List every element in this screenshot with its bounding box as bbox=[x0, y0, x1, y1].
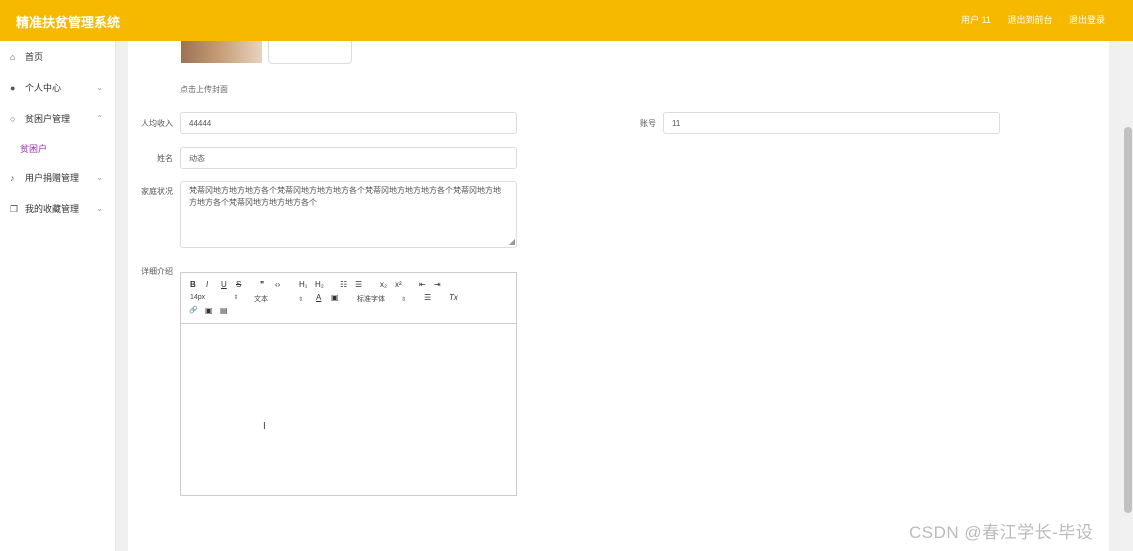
sidebar-item-label: 贫困户管理 bbox=[25, 114, 71, 124]
current-user-link[interactable]: 用户 11 bbox=[961, 15, 991, 25]
link-button[interactable]: 🔗 bbox=[189, 306, 198, 314]
sidebar-item-personal-center[interactable]: ● 个人中心 ⌄ bbox=[0, 73, 115, 104]
family-status-label: 家庭状况 bbox=[141, 187, 173, 196]
watermark: CSDN @春江学长-毕设 bbox=[909, 523, 1094, 542]
subscript-button[interactable]: x₂ bbox=[380, 280, 387, 289]
sidebar-item-label: 个人中心 bbox=[25, 83, 62, 93]
sidebar-subitem-poor-household[interactable]: 贫困户 bbox=[0, 135, 115, 163]
user-outline-icon: ○ bbox=[10, 114, 16, 124]
select-arrow-icon: ⇕ bbox=[401, 297, 407, 303]
cover-upload-box[interactable] bbox=[268, 41, 352, 64]
cover-image-thumbnail[interactable] bbox=[181, 41, 262, 63]
indent-button[interactable]: ⇥ bbox=[434, 280, 441, 289]
family-status-textarea[interactable]: 梵蒂冈地方地方地方各个梵蒂冈地方地方地方各个梵蒂冈地方地方地方各个梵蒂冈地方地方… bbox=[180, 181, 517, 248]
sidebar-item-poor-household-mgmt[interactable]: ○ 贫困户管理 ⌃ bbox=[0, 104, 115, 135]
top-bar: 精准扶贫管理系统 用户 11 退出到前台 退出登录 bbox=[0, 0, 1133, 41]
sidebar-item-donation-mgmt[interactable]: ♪ 用户捐赠管理 ⌄ bbox=[0, 163, 115, 194]
sidebar-item-favorites-mgmt[interactable]: ❐ 我的收藏管理 ⌄ bbox=[0, 194, 115, 225]
income-label: 人均收入 bbox=[141, 119, 173, 128]
chevron-down-icon: ⌄ bbox=[96, 204, 103, 213]
italic-button[interactable]: I bbox=[206, 280, 208, 289]
superscript-button[interactable]: x² bbox=[395, 280, 402, 289]
bold-button[interactable]: B bbox=[190, 280, 196, 289]
scrollbar[interactable] bbox=[1121, 41, 1133, 551]
chevron-down-icon: ⌄ bbox=[96, 173, 103, 182]
family-status-text: 梵蒂冈地方地方地方各个梵蒂冈地方地方地方各个梵蒂冈地方地方地方各个梵蒂冈地方地方… bbox=[189, 186, 501, 207]
select-arrow-icon: ⇕ bbox=[298, 297, 304, 303]
image-button[interactable]: ▣ bbox=[205, 306, 213, 315]
user-icon: ● bbox=[10, 83, 16, 93]
font-family-select[interactable]: 标准字体 ⇕ bbox=[357, 294, 406, 304]
editor-toolbar: B I U S ❞ ‹› H₁ H₂ ☷ ☰ x₂ x² ⇤ ⇥ 14px ⇕ 文… bbox=[181, 273, 516, 324]
account-input[interactable] bbox=[663, 112, 1000, 134]
blockquote-button[interactable]: ❞ bbox=[260, 280, 264, 289]
mic-icon: ♪ bbox=[10, 173, 15, 183]
rich-text-editor: B I U S ❞ ‹› H₁ H₂ ☷ ☰ x₂ x² ⇤ ⇥ 14px ⇕ 文… bbox=[180, 272, 517, 496]
bullet-list-button[interactable]: ☰ bbox=[355, 280, 362, 289]
scrollbar-thumb[interactable] bbox=[1124, 127, 1132, 513]
go-frontend-link[interactable]: 退出到前台 bbox=[1007, 15, 1052, 25]
sidebar-item-label: 我的收藏管理 bbox=[25, 204, 80, 214]
align-button[interactable]: ☰ bbox=[424, 293, 431, 302]
home-icon: ⌂ bbox=[10, 52, 16, 62]
income-input[interactable] bbox=[180, 112, 517, 134]
resize-grip-icon[interactable]: ◢ bbox=[509, 238, 515, 246]
app-title: 精准扶贫管理系统 bbox=[16, 15, 121, 30]
sidebar: ⌂ 首页 ● 个人中心 ⌄ ○ 贫困户管理 ⌃ 贫困户 ♪ 用户捐赠管理 ⌄ ❐… bbox=[0, 41, 116, 551]
upload-hint: 点击上传封面 bbox=[180, 85, 228, 94]
chevron-up-icon: ⌃ bbox=[96, 114, 103, 123]
outdent-button[interactable]: ⇤ bbox=[419, 280, 426, 289]
copy-icon: ❐ bbox=[10, 204, 19, 214]
text-cursor-icon: I bbox=[263, 421, 266, 432]
font-size-select[interactable]: 14px ⇕ bbox=[190, 294, 238, 301]
code-button[interactable]: ‹› bbox=[275, 280, 280, 289]
name-input[interactable] bbox=[180, 147, 517, 169]
underline-button[interactable]: U bbox=[221, 280, 227, 289]
clear-format-button[interactable]: Tx bbox=[449, 293, 458, 302]
sidebar-item-label: 首页 bbox=[25, 52, 44, 62]
editor-content-area[interactable]: I bbox=[181, 324, 516, 495]
chevron-down-icon: ⌄ bbox=[96, 83, 103, 92]
sidebar-item-home[interactable]: ⌂ 首页 bbox=[0, 42, 115, 73]
text-type-select[interactable]: 文本 ⇕ bbox=[254, 294, 303, 304]
top-links: 用户 11 退出到前台 退出登录 bbox=[947, 13, 1105, 26]
heading1-button[interactable]: H₁ bbox=[299, 280, 307, 289]
sidebar-item-label: 用户捐赠管理 bbox=[25, 173, 80, 183]
video-button[interactable]: ▤ bbox=[220, 306, 228, 315]
logout-link[interactable]: 退出登录 bbox=[1069, 15, 1105, 25]
name-label: 姓名 bbox=[157, 154, 173, 163]
font-color-button[interactable]: A bbox=[316, 293, 321, 302]
heading2-button[interactable]: H₂ bbox=[315, 280, 324, 289]
select-arrow-icon: ⇕ bbox=[233, 295, 239, 301]
background-color-button[interactable]: ▣ bbox=[331, 293, 339, 302]
ordered-list-button[interactable]: ☷ bbox=[340, 280, 347, 289]
strike-button[interactable]: S bbox=[236, 280, 241, 289]
account-label: 账号 bbox=[640, 119, 656, 128]
detail-label: 详细介绍 bbox=[141, 267, 173, 276]
